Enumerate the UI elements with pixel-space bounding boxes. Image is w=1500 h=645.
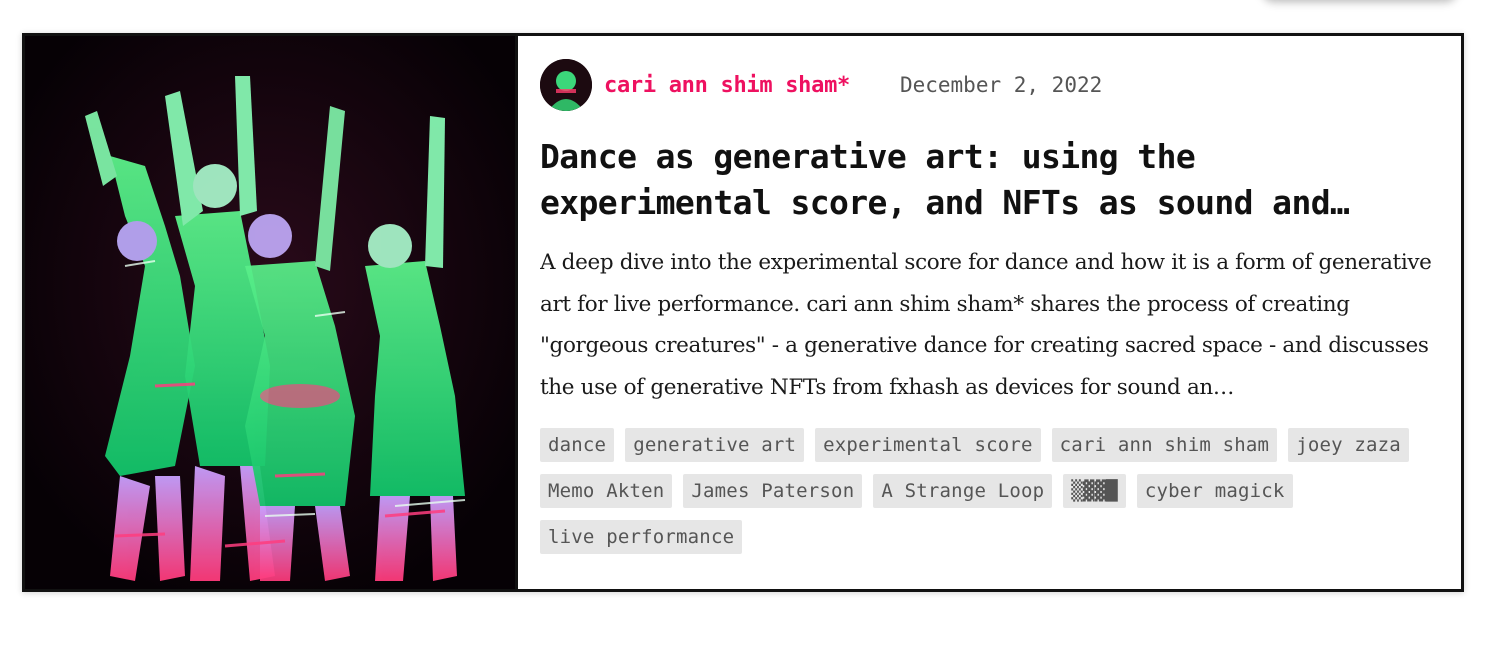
tag-item[interactable]: cyber magick [1136, 474, 1293, 508]
tag-item[interactable]: dance [540, 428, 615, 462]
tag-list: dance generative art experimental score … [540, 428, 1420, 554]
author-avatar-icon [540, 59, 592, 111]
tag-item[interactable]: ▒▓▓█ [1063, 474, 1126, 508]
tag-item[interactable]: cari ann shim sham [1051, 428, 1278, 462]
dancers-photo-icon [25, 36, 515, 589]
post-title[interactable]: Dance as generative art: using the exper… [540, 134, 1439, 226]
tag-item[interactable]: Memo Akten [540, 474, 673, 508]
tag-item[interactable]: joey zaza [1288, 428, 1409, 462]
author-avatar[interactable] [540, 59, 592, 111]
tag-item[interactable]: generative art [625, 428, 805, 462]
tag-item[interactable]: experimental score [815, 428, 1041, 462]
author-link[interactable]: cari ann shim sham* [604, 73, 850, 98]
post-meta: cari ann shim sham* December 2, 2022 [540, 58, 1439, 112]
tag-item[interactable]: James Paterson [683, 474, 863, 508]
post-description: A deep dive into the experimental score … [540, 250, 1432, 400]
post-date: December 2, 2022 [899, 73, 1103, 97]
post-content: cari ann shim sham* December 2, 2022 Dan… [515, 36, 1461, 589]
post-card[interactable]: cari ann shim sham* December 2, 2022 Dan… [22, 33, 1464, 592]
tag-item[interactable]: A Strange Loop [873, 474, 1053, 508]
post-cover-image[interactable] [25, 36, 515, 589]
tag-item[interactable]: live performance [540, 520, 743, 554]
